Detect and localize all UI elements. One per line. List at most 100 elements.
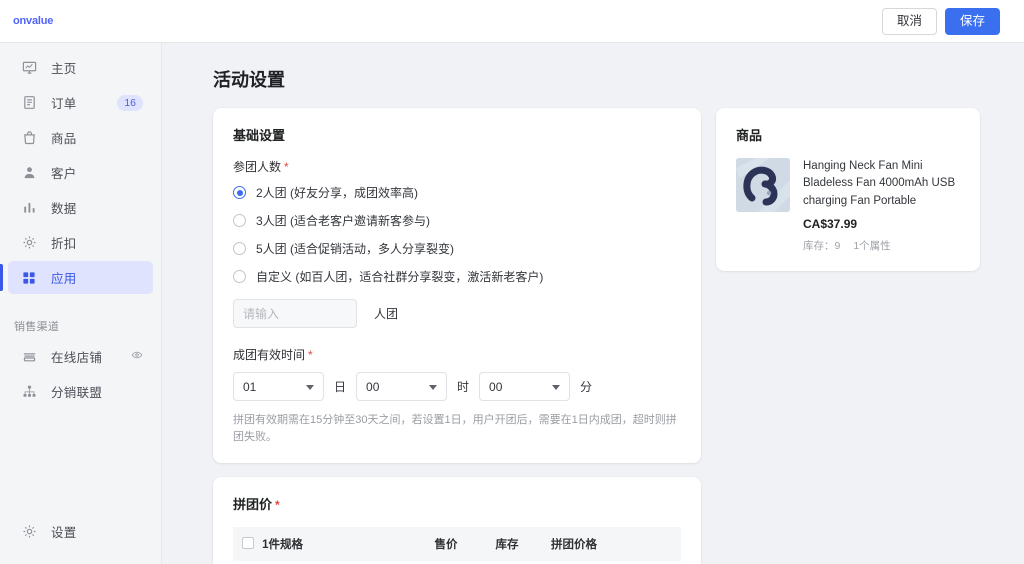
custom-size-input[interactable] [233,299,357,328]
orders-badge: 16 [117,94,143,111]
save-button[interactable]: 保存 [944,7,1000,35]
sidebar: 主页 订单 16 商品 客户 数据 折扣 应用 销售渠道 在线店铺 分销联盟 设… [0,43,162,564]
topbar-actions: 取消 保存 [881,7,1000,35]
bag-icon [21,130,37,146]
card-title-text: 拼团价 [233,497,273,512]
sidebar-item-label: 数据 [51,202,77,216]
sidebar-item-label: 客户 [51,167,77,181]
gear-icon [21,524,37,540]
duration-hours-select[interactable]: 00 [356,372,448,401]
radio-label: 2人团 (好友分享，成团效率高) [256,186,419,200]
duration-minutes-value: 00 [489,379,503,394]
chevron-down-icon [429,384,438,390]
product-thumbnail [736,158,790,212]
radio-option-custom[interactable]: 自定义 (如百人团，适合社群分享裂变，激活新老客户) [233,268,681,285]
custom-size-row: 人团 [233,299,681,328]
product-name: Hanging Neck Fan Mini Bladeless Fan 4000… [803,160,956,207]
product-price: CA$37.99 [803,216,858,231]
sidebar-item-discounts[interactable]: 折扣 [8,226,153,259]
radio-label: 自定义 (如百人团，适合社群分享裂变，激活新老客户) [256,270,544,284]
column-header-stock: 库存 [495,527,551,561]
grid-icon [21,270,37,286]
basic-settings-card: 基础设置 参团人数 * 2人团 (好友分享，成团效率高) 3人团 (适合老客户邀请… [213,108,701,463]
left-column: 基础设置 参团人数 * 2人团 (好友分享，成团效率高) 3人团 (适合老客户邀请… [213,108,701,564]
radio-option-3[interactable]: 3人团 (适合老客户邀请新客参与) [233,212,681,229]
chevron-down-icon [306,384,314,390]
neck-fan-image [736,158,790,212]
store-icon [21,349,37,365]
sku-table-head: 1件规格 售价 库存 拼团价格 [233,527,681,561]
sidebar-item-orders[interactable]: 订单 16 [8,86,153,119]
required-marker: * [284,160,289,174]
select-all-cell [233,527,263,561]
table-header-row: 1件规格 售价 库存 拼团价格 [233,527,681,561]
group-size-label: 参团人数 * [233,158,681,175]
column-header-spec: 1件规格 [262,527,435,561]
radio-option-5[interactable]: 5人团 (适合促销活动，多人分享裂变) [233,240,681,257]
sidebar-item-label: 商品 [51,132,77,146]
product-attributes: 1个属性 [853,239,891,252]
duration-minutes-select[interactable]: 00 [479,372,571,401]
app-root: onvalue 取消 保存 主页 订单 16 商品 客户 数据 折扣 应用 销售… [0,0,1024,564]
sidebar-item-products[interactable]: 商品 [8,121,153,154]
main-content: 活动设置 基础设置 参团人数 * 2人团 (好友分享，成团效率高) 3人团 (适… [162,43,1024,564]
sidebar-item-label: 设置 [51,526,77,540]
product-summary: Hanging Neck Fan Mini Bladeless Fan 4000… [736,158,960,253]
person-icon [21,165,37,181]
group-price-card: 拼团价 * 1件规格 售价 库存 拼团价格 [213,477,701,564]
group-size-label-text: 参团人数 [233,160,282,174]
product-meta: 库存：9 1个属性 [803,238,960,253]
sidebar-item-label: 分销联盟 [51,386,103,400]
sidebar-item-settings[interactable]: 设置 [8,515,153,548]
sidebar-item-home[interactable]: 主页 [8,51,153,84]
product-info: Hanging Neck Fan Mini Bladeless Fan 4000… [803,158,960,253]
brand-logo[interactable]: onvalue [13,15,53,27]
sidebar-item-distribution[interactable]: 分销联盟 [8,375,153,408]
duration-hours-value: 00 [366,379,380,394]
duration-days-value: 01 [243,379,257,394]
top-bar: onvalue 取消 保存 [0,0,1024,43]
sidebar-item-customers[interactable]: 客户 [8,156,153,189]
card-title: 商品 [736,128,763,143]
duration-minutes-unit: 分 [580,380,593,394]
sidebar-item-online-store[interactable]: 在线店铺 [8,340,153,373]
sidebar-item-label: 应用 [51,272,77,286]
radio-indicator[interactable] [233,186,246,199]
required-marker: * [308,348,313,362]
sku-table: 1件规格 售价 库存 拼团价格 [233,527,681,564]
sidebar-item-apps[interactable]: 应用 [0,261,153,294]
monitor-icon [21,60,37,76]
content-columns: 基础设置 参团人数 * 2人团 (好友分享，成团效率高) 3人团 (适合老客户邀请… [213,108,1024,564]
radio-indicator[interactable] [233,270,246,283]
sidebar-item-label: 主页 [51,62,77,76]
product-stock: 库存：9 [803,239,841,252]
sidebar-section-label: 销售渠道 [14,321,60,333]
required-marker: * [275,498,280,512]
radio-label: 5人团 (适合促销活动，多人分享裂变) [256,242,455,256]
chevron-down-icon [552,384,561,390]
radio-option-2[interactable]: 2人团 (好友分享，成团效率高) [233,184,681,201]
eye-icon[interactable] [131,348,143,366]
sidebar-item-label: 订单 [51,97,77,111]
radio-label: 3人团 (适合老客户邀请新客参与) [256,214,431,228]
product-panel-card: 商品 Hanging Neck Fan Mini Bladeless Fan 4… [716,108,980,271]
duration-label-text: 成团有效时间 [233,348,306,362]
card-title: 拼团价 * [233,494,681,513]
sidebar-settings-group: 设置 [0,515,161,550]
cancel-button[interactable]: 取消 [881,7,937,35]
gear-icon [21,235,37,251]
duration-helper-text: 拼团有效期需在15分钟至30天之间，若设置1日，用户开团后，需要在1日内成团，超… [233,414,677,443]
column-header-price: 售价 [434,527,496,561]
duration-days-unit: 日 [334,380,347,394]
radio-indicator[interactable] [233,214,246,227]
select-all-checkbox[interactable] [242,536,254,549]
card-title: 基础设置 [233,128,286,143]
duration-days-select[interactable]: 01 [233,372,324,401]
radio-indicator[interactable] [233,242,246,255]
right-column: 商品 Hanging Neck Fan Mini Bladeless Fan 4… [716,108,980,564]
sidebar-item-analytics[interactable]: 数据 [8,191,153,224]
page-title: 活动设置 [213,70,285,90]
sitemap-icon [21,384,37,400]
sidebar-item-label: 在线店铺 [51,351,103,365]
duration-hours-unit: 时 [457,380,470,394]
